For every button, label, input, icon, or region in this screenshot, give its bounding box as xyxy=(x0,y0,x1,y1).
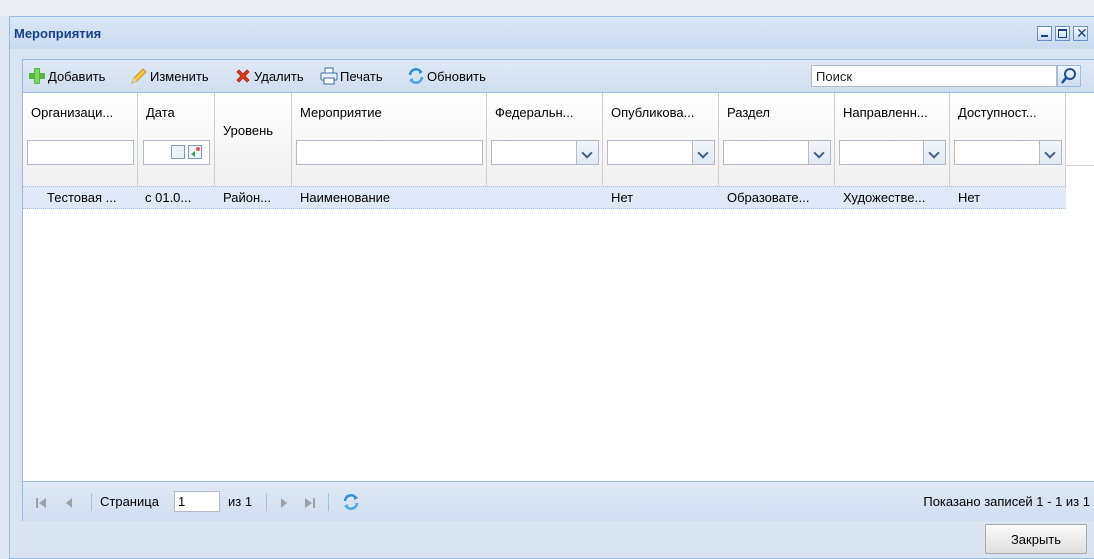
column-event[interactable]: Мероприятие xyxy=(292,93,487,186)
print-label: Печать xyxy=(340,68,383,84)
federal-filter[interactable] xyxy=(491,140,599,165)
edit-icon xyxy=(130,67,148,85)
availability-filter[interactable] xyxy=(954,140,1062,165)
page-label: Страница xyxy=(100,494,159,509)
search-input[interactable] xyxy=(811,65,1057,87)
calendar-icon[interactable] xyxy=(171,145,185,159)
chevron-down-icon[interactable] xyxy=(1039,141,1061,164)
pager-summary: Показано записей 1 - 1 из 1 xyxy=(923,494,1090,509)
page-count-label: из 1 xyxy=(228,494,253,509)
column-organization[interactable]: Организаци... xyxy=(23,93,138,186)
maximize-icon[interactable] xyxy=(1055,26,1070,41)
delete-label: Удалить xyxy=(254,68,304,84)
calendar-clear-icon[interactable] xyxy=(188,145,202,159)
search-icon xyxy=(1061,68,1076,84)
column-direction[interactable]: Направленн... xyxy=(835,93,950,186)
organization-filter[interactable] xyxy=(27,140,134,165)
cell-availability: Нет xyxy=(958,190,981,205)
prev-page-icon[interactable] xyxy=(63,497,75,509)
add-label: Добавить xyxy=(48,68,106,84)
chevron-down-icon[interactable] xyxy=(808,141,830,164)
column-section[interactable]: Раздел xyxy=(719,93,835,186)
cell-organization: Тестовая ... xyxy=(47,190,117,205)
section-filter[interactable] xyxy=(723,140,831,165)
print-button[interactable]: Печать xyxy=(320,67,383,85)
close-icon[interactable]: ✕ xyxy=(1073,25,1088,41)
refresh-label: Обновить xyxy=(427,68,486,84)
background-app-strip xyxy=(0,0,1094,16)
minimize-icon[interactable] xyxy=(1037,26,1052,41)
column-level[interactable]: Уровень xyxy=(215,93,292,186)
next-page-icon[interactable] xyxy=(278,497,290,509)
published-filter[interactable] xyxy=(607,140,715,165)
cell-published: Нет xyxy=(611,190,634,205)
print-icon xyxy=(320,67,338,85)
pager-separator xyxy=(91,493,92,511)
direction-filter[interactable] xyxy=(839,140,946,165)
cell-section: Образовате... xyxy=(727,190,810,205)
events-grid-panel: Добавить Изменить Удалить Печать Обновит… xyxy=(22,59,1094,521)
cell-event: Наименование xyxy=(300,190,391,205)
page-number-input[interactable] xyxy=(174,491,220,512)
column-federal[interactable]: Федеральн... xyxy=(487,93,603,186)
window-title: Мероприятия xyxy=(14,26,102,41)
edit-button[interactable]: Изменить xyxy=(130,67,209,85)
chevron-down-icon[interactable] xyxy=(923,141,945,164)
delete-icon xyxy=(234,67,252,85)
cell-direction: Художестве... xyxy=(843,190,926,205)
column-date[interactable]: Дата xyxy=(138,93,215,186)
table-row[interactable]: Тестовая ... с 01.0... Район... Наименов… xyxy=(23,186,1066,209)
first-page-icon[interactable] xyxy=(35,497,47,509)
event-filter[interactable] xyxy=(296,140,483,165)
paging-toolbar: Страница из 1 Показано записей 1 - 1 из … xyxy=(23,481,1094,521)
delete-button[interactable]: Удалить xyxy=(234,67,304,85)
last-page-icon[interactable] xyxy=(304,497,316,509)
search-button[interactable] xyxy=(1057,65,1081,87)
cell-date: с 01.0... xyxy=(145,190,192,205)
column-availability[interactable]: Доступност... xyxy=(950,93,1066,186)
edit-label: Изменить xyxy=(150,68,209,84)
window-header: Мероприятия ✕ xyxy=(10,17,1094,49)
events-window: Мероприятия ✕ Добавить Изменить Удалить … xyxy=(9,16,1094,559)
cell-level: Район... xyxy=(223,190,271,205)
column-published[interactable]: Опубликова... xyxy=(603,93,719,186)
refresh-icon xyxy=(407,67,425,85)
pager-separator xyxy=(266,493,267,511)
chevron-down-icon[interactable] xyxy=(576,141,598,164)
chevron-down-icon[interactable] xyxy=(692,141,714,164)
add-icon xyxy=(28,67,46,85)
date-filter[interactable] xyxy=(143,140,210,165)
grid-toolbar: Добавить Изменить Удалить Печать Обновит… xyxy=(23,60,1094,93)
header-spacer xyxy=(1066,93,1094,186)
grid-header: Организаци... Дата Уровень Мероприятие Ф… xyxy=(23,93,1066,187)
pager-refresh-icon[interactable] xyxy=(341,492,361,512)
refresh-button[interactable]: Обновить xyxy=(407,67,486,85)
pager-separator xyxy=(328,493,329,511)
close-button[interactable]: Закрыть xyxy=(985,524,1087,554)
add-button[interactable]: Добавить xyxy=(28,67,105,85)
